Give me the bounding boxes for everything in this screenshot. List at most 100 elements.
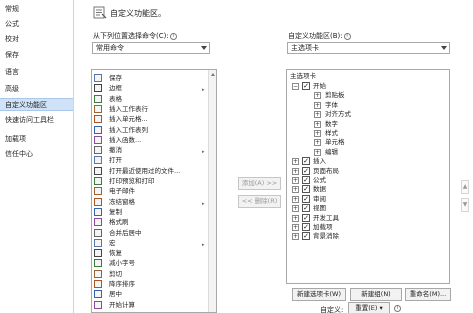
ribbon-tabs-dropdown[interactable]: 主选项卡: [287, 42, 450, 54]
command-label: 插入函数...: [109, 135, 142, 144]
format-painter-icon: [94, 218, 102, 227]
info-icon: i: [343, 33, 351, 40]
expand-icon[interactable]: +: [292, 214, 299, 222]
info-icon: i: [394, 305, 401, 312]
border-icon: [94, 84, 102, 93]
nav-item-quick-access-toolbar[interactable]: 快速访问工具栏: [0, 114, 73, 127]
new-tab-button[interactable]: 新建选项卡(W): [292, 288, 346, 301]
open-icon: [94, 156, 102, 165]
command-label: 降序排序: [109, 280, 135, 288]
expand-icon[interactable]: +: [292, 186, 299, 194]
calculate-icon: [94, 300, 102, 309]
tree-tab-label: 背景消除: [313, 232, 339, 241]
tab-checkbox[interactable]: ✓: [302, 204, 310, 213]
command-label: 格式刷: [109, 218, 129, 227]
command-label: 插入工作表行: [109, 104, 148, 113]
tab-checkbox[interactable]: ✓: [302, 185, 310, 194]
sort-desc-icon: [94, 280, 102, 288]
macro-icon: [94, 238, 102, 247]
expand-icon[interactable]: +: [292, 205, 299, 213]
command-label: 复制: [109, 207, 122, 216]
tab-checkbox[interactable]: ✓: [302, 82, 310, 90]
nav-item-save[interactable]: 保存: [0, 49, 73, 62]
command-label: 插入单元格...: [109, 115, 148, 124]
insert-row-icon: [94, 104, 102, 113]
command-label: 恢复: [109, 249, 122, 258]
command-source-dropdown[interactable]: 常用命令: [92, 42, 210, 54]
command-label: 居中: [109, 290, 122, 299]
tab-checkbox[interactable]: ✓: [302, 223, 310, 231]
tab-checkbox[interactable]: ✓: [302, 176, 310, 184]
command-label: 减小字号: [109, 259, 135, 268]
command-label: 宏: [109, 238, 116, 247]
nav-item-formulas[interactable]: 公式: [0, 18, 73, 31]
tab-checkbox[interactable]: ✓: [302, 166, 310, 175]
tab-checkbox[interactable]: ✓: [302, 232, 310, 241]
rename-button[interactable]: 重命名(M)...: [405, 288, 451, 301]
reset-dropdown[interactable]: 重置(E) ▾: [348, 302, 390, 313]
tab-checkbox[interactable]: ✓: [302, 194, 310, 203]
command-label: 打印预览和打印: [109, 177, 155, 185]
command-label: 电子邮件: [109, 187, 135, 196]
redo-icon: [94, 249, 102, 258]
nav-item-customize-ribbon[interactable]: 自定义功能区: [0, 98, 73, 111]
command-label: 边框: [109, 84, 122, 93]
cut-icon: [94, 269, 102, 278]
ribbon-tree[interactable]: 主选项卡 − ✓ 开始 + 剪贴板 + 字体 + 对齐方式 + 数字 + 样式 + 单元格 + 编辑 + ✓ 插入 + ✓…: [286, 69, 450, 284]
nav-item-advanced[interactable]: 高级: [0, 83, 73, 96]
table-icon: [94, 94, 102, 103]
expand-icon[interactable]: +: [314, 111, 321, 119]
insert-column-icon: [94, 125, 102, 134]
remove-button[interactable]: << 删除(R): [238, 195, 281, 208]
command-list-scrollbar[interactable]: [208, 70, 216, 312]
expand-icon[interactable]: +: [314, 139, 321, 147]
insert-cell-icon: [94, 115, 102, 124]
function-icon: [94, 135, 102, 144]
collapse-icon[interactable]: −: [292, 83, 299, 90]
merge-center-icon: [94, 228, 102, 237]
nav-item-add-ins[interactable]: 加载项: [0, 133, 73, 146]
submenu-arrow-icon: ▸: [202, 149, 205, 156]
undo-icon: [94, 146, 102, 155]
tree-group-label: 编辑: [325, 147, 338, 156]
page-title: 自定义功能区。: [110, 9, 166, 18]
print-preview-icon: [94, 177, 102, 185]
expand-icon[interactable]: +: [292, 158, 299, 166]
expand-icon[interactable]: +: [314, 101, 321, 109]
command-label: 撤消: [109, 146, 122, 155]
move-up-button[interactable]: ▲: [461, 180, 469, 194]
command-source-label: 从下列位置选择命令(C): i: [93, 31, 177, 41]
expand-icon[interactable]: +: [314, 92, 321, 100]
copy-icon: [94, 207, 102, 216]
expand-icon[interactable]: +: [292, 224, 299, 231]
command-label: 打开: [109, 156, 122, 165]
add-button[interactable]: 添加(A) >>: [238, 177, 281, 190]
expand-icon[interactable]: +: [314, 120, 321, 128]
command-label: 剪切: [109, 269, 122, 278]
freeze-panes-icon: [94, 197, 102, 206]
tab-checkbox[interactable]: ✓: [302, 213, 310, 222]
command-list[interactable]: 保存 边框 ▸ 表格 插入工作表行 插入单元格... 插入工作表列 插入函数... 撤消 ▸ 打开打…: [91, 69, 217, 313]
dropdown-arrow-icon: [441, 46, 447, 50]
nav-item-trust-center[interactable]: 信任中心: [0, 148, 73, 161]
dropdown-arrow-icon: [201, 46, 207, 50]
decrease-font-icon: [94, 259, 102, 268]
expand-icon[interactable]: +: [292, 195, 299, 203]
nav-item-language[interactable]: 语言: [0, 66, 73, 79]
move-down-button[interactable]: ▼: [461, 198, 469, 212]
command-label: 保存: [109, 74, 122, 82]
nav-item-proofing[interactable]: 校对: [0, 33, 73, 46]
expand-icon[interactable]: +: [292, 167, 299, 175]
expand-icon[interactable]: +: [292, 233, 299, 241]
scroll-up-icon[interactable]: [211, 73, 215, 76]
save-icon: [94, 74, 102, 82]
expand-icon[interactable]: +: [314, 130, 321, 137]
tab-checkbox[interactable]: ✓: [302, 157, 310, 166]
command-label: 表格: [109, 94, 122, 103]
nav-item-general[interactable]: 常规: [0, 3, 73, 16]
new-group-button[interactable]: 新建组(N): [350, 288, 402, 301]
info-icon: i: [169, 33, 177, 40]
expand-icon[interactable]: +: [292, 177, 299, 184]
customize-label: 自定义:: [320, 306, 344, 313]
expand-icon[interactable]: +: [314, 148, 321, 156]
